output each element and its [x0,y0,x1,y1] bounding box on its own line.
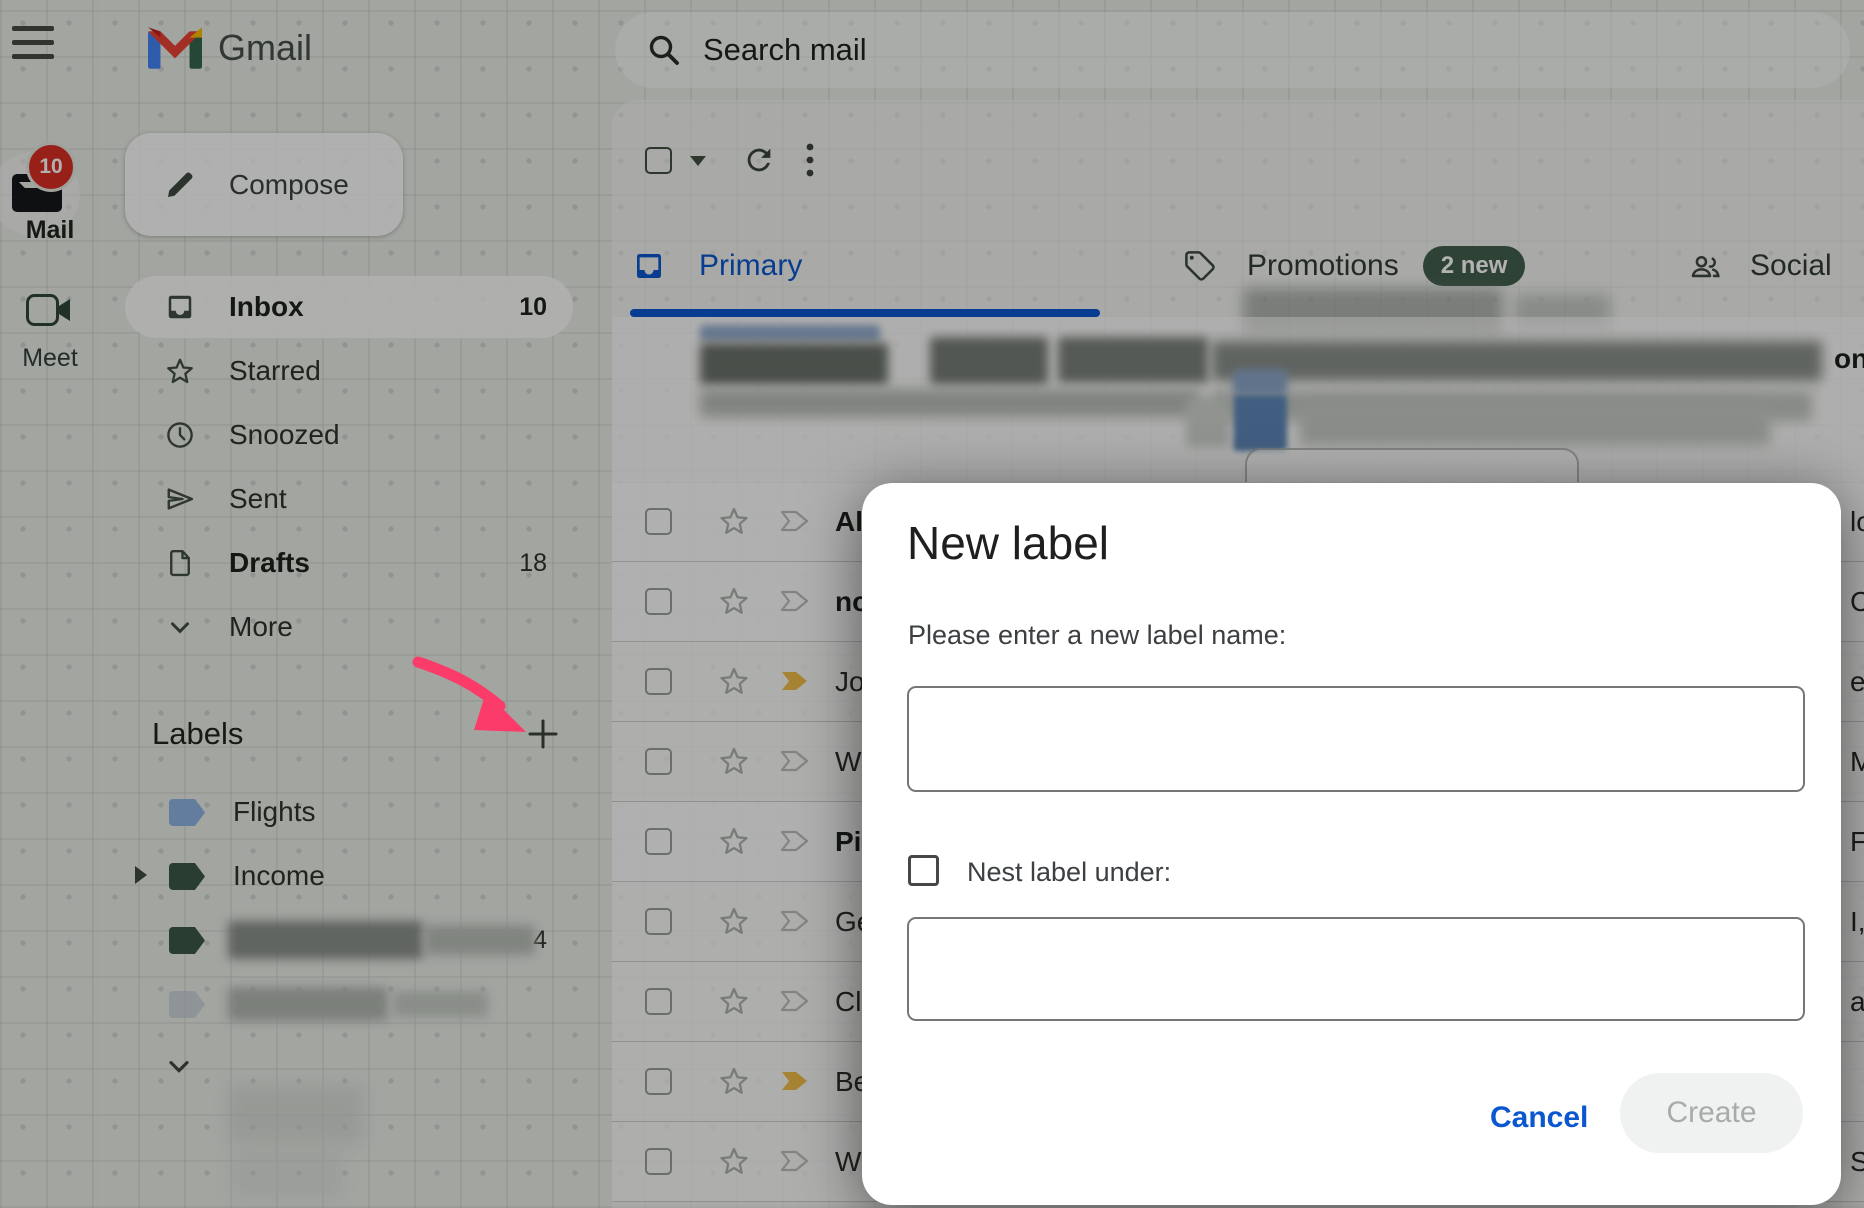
annotation-arrow [404,648,540,748]
create-button[interactable]: Create [1620,1073,1803,1153]
nest-label-text: Nest label under: [967,857,1171,888]
dialog-title: New label [907,516,1109,570]
label-name-input[interactable] [907,686,1805,792]
parent-label-select[interactable] [907,917,1805,1021]
nest-label-checkbox[interactable] [908,855,939,886]
dialog-prompt: Please enter a new label name: [908,620,1286,651]
new-label-dialog: New label Please enter a new label name:… [862,483,1841,1205]
cancel-button[interactable]: Cancel [1470,1091,1608,1145]
gmail-window: 10 Mail Meet Gmail Search mail Compose [0,0,1864,1208]
